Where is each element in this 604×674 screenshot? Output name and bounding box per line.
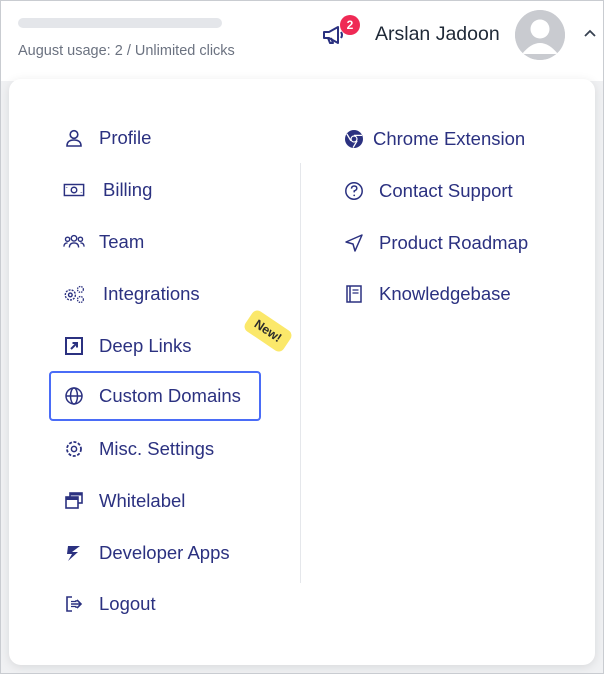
menu-item-label: Knowledgebase [379,283,511,304]
globe-icon [63,385,85,407]
menu-item-label: Billing [103,179,153,200]
menu-item-billing[interactable]: Billing [63,179,152,201]
user-dropdown-menu: Profile Billing Team Integrations Deep L [9,79,595,665]
menu-item-label: Profile [99,127,152,148]
menu-item-label: Logout [99,593,156,614]
menu-item-label: Custom Domains [99,385,241,406]
menu-item-label: Integrations [103,283,200,304]
menu-item-chrome-extension[interactable]: Chrome Extension [343,128,525,150]
avatar[interactable] [515,10,565,60]
menu-item-integrations[interactable]: Integrations [63,283,200,305]
gears-icon [63,283,85,305]
app-frame: August usage: 2 / Unlimited clicks 2 Ars… [0,0,604,674]
gear-icon [63,438,85,460]
devapps-icon [63,542,85,564]
menu-item-label: Developer Apps [99,542,230,563]
menu-item-profile[interactable]: Profile [63,127,151,149]
user-name[interactable]: Arslan Jadoon [375,23,500,46]
menu-item-label: Deep Links [99,335,192,356]
menu-item-developer-apps[interactable]: Developer Apps [63,542,230,564]
team-icon [63,231,85,253]
menu-item-product-roadmap[interactable]: Product Roadmap [343,232,528,254]
menu-item-team[interactable]: Team [63,231,144,253]
help-circle-icon [343,180,365,202]
menu-item-logout[interactable]: Logout [63,593,156,615]
menu-divider [300,163,301,583]
user-icon [63,127,85,149]
external-link-icon [63,335,85,357]
menu-item-label: Contact Support [379,180,513,201]
menu-item-whitelabel[interactable]: Whitelabel [63,490,185,512]
menu-item-label: Chrome Extension [373,128,526,149]
top-bar: August usage: 2 / Unlimited clicks 2 Ars… [1,1,603,81]
windows-icon [63,490,85,512]
menu-item-knowledgebase[interactable]: Knowledgebase [343,283,511,305]
menu-item-custom-domains[interactable]: Custom Domains [49,371,261,421]
new-badge: New! [242,308,294,354]
menu-item-label: Whitelabel [99,490,186,511]
usage-progress-bar [18,18,222,28]
menu-item-deep-links[interactable]: Deep Links [63,335,192,357]
avatar-placeholder-icon [515,10,565,60]
book-icon [343,283,365,305]
menu-item-label: Misc. Settings [99,438,215,459]
menu-item-label: Product Roadmap [379,232,529,253]
banknote-icon [63,179,85,201]
chrome-icon [343,128,365,150]
navigation-icon [343,232,365,254]
logout-icon [63,593,85,615]
usage-text: August usage: 2 / Unlimited clicks [18,43,235,59]
menu-item-label: Team [99,231,145,252]
menu-item-misc-settings[interactable]: Misc. Settings [63,438,214,460]
notification-badge: 2 [340,15,360,35]
menu-item-contact-support[interactable]: Contact Support [343,180,513,202]
chevron-up-icon[interactable] [583,27,597,41]
announcements-button[interactable]: 2 [321,15,360,49]
